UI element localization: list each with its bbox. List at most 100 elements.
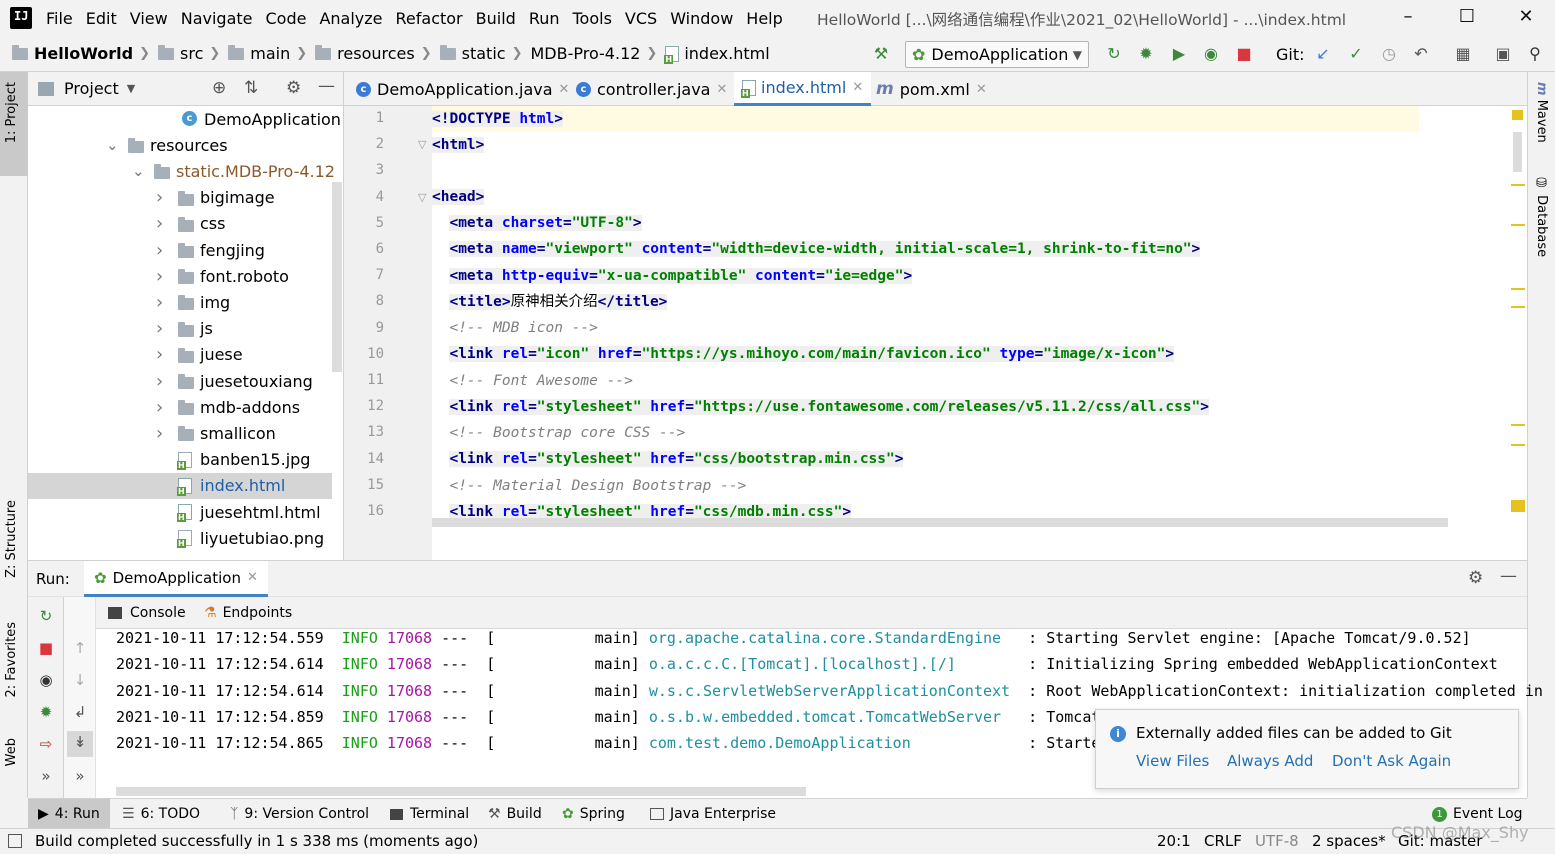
status-message[interactable]: Build completed successfully in 1 s 338 … <box>35 832 478 850</box>
scroll-to-end-icon[interactable]: ↡ <box>67 731 93 757</box>
warning-marker-icon[interactable] <box>1512 110 1523 120</box>
search-icon[interactable]: ⚲ <box>1524 43 1546 65</box>
tree-item[interactable]: juesehtml.html <box>28 499 332 525</box>
tree-item[interactable]: › js <box>28 316 332 342</box>
tool-web[interactable]: Web <box>4 738 19 766</box>
gear-icon[interactable]: ⚙ <box>286 78 301 98</box>
chevron-right-icon[interactable]: › <box>156 344 163 365</box>
chevron-down-icon[interactable]: ⌄ <box>106 136 119 154</box>
tree-item[interactable]: ⌄ resources <box>28 132 332 158</box>
coverage-icon[interactable]: ▶ <box>1168 43 1190 65</box>
indent-setting[interactable]: 2 spaces* <box>1312 832 1386 850</box>
stop-icon[interactable]: ■ <box>35 637 57 659</box>
tree-item[interactable]: c DemoApplication <box>28 106 341 132</box>
tree-item[interactable]: banben15.jpg <box>28 447 332 473</box>
chevron-right-icon[interactable]: › <box>156 266 163 287</box>
code-area[interactable]: <!DOCTYPE html> <html> <head> <meta char… <box>432 106 1507 560</box>
menu-refactor[interactable]: Refactor <box>396 9 463 28</box>
chevron-right-icon[interactable]: › <box>156 292 163 313</box>
close-tab-icon[interactable]: ✕ <box>852 80 863 95</box>
fold-icon[interactable]: ▽ <box>418 191 426 204</box>
tree-item[interactable]: › css <box>28 211 332 237</box>
breadcrumb-mdb[interactable]: MDB-Pro-4.12 ❯ <box>530 44 657 63</box>
view-files-link[interactable]: View Files <box>1136 752 1209 770</box>
more-icon[interactable]: » <box>35 765 57 787</box>
rerun-icon[interactable]: ↻ <box>1103 43 1125 65</box>
breadcrumb-main[interactable]: main ❯ <box>228 44 307 63</box>
hide-panel-icon[interactable]: — <box>318 76 335 96</box>
git-rollback-icon[interactable]: ↶ <box>1410 43 1432 65</box>
rerun-icon[interactable]: ↻ <box>35 605 57 627</box>
menu-window[interactable]: Window <box>670 9 733 28</box>
menu-view[interactable]: View <box>130 9 168 28</box>
tool-java-enterprise[interactable]: Java Enterprise <box>650 799 776 829</box>
tool-spring[interactable]: ✿ Spring <box>562 799 625 829</box>
editor-h-scrollbar[interactable] <box>432 518 1448 527</box>
tree-item[interactable]: › fengjing <box>28 237 332 263</box>
menu-build[interactable]: Build <box>476 9 516 28</box>
project-scrollbar[interactable] <box>332 182 342 372</box>
breadcrumb-src[interactable]: src ❯ <box>158 44 220 63</box>
close-tab-icon[interactable]: ✕ <box>976 82 987 97</box>
build-hammer-icon[interactable]: ⚒ <box>870 43 892 65</box>
chevron-right-icon[interactable]: › <box>156 423 163 444</box>
tree-item[interactable]: index.html <box>28 472 332 499</box>
git-history-icon[interactable]: ◷ <box>1378 43 1400 65</box>
chevron-right-icon[interactable]: › <box>156 240 163 261</box>
tool-build[interactable]: ⚒ Build <box>488 799 542 829</box>
tree-item[interactable]: › font.roboto <box>28 263 332 289</box>
tree-item[interactable]: › smallicon <box>28 420 332 446</box>
tree-item[interactable]: › juesetouxiang <box>28 368 332 394</box>
tree-item[interactable]: › mdb-addons <box>28 394 332 420</box>
chevron-right-icon[interactable]: › <box>156 187 163 208</box>
editor-v-scrollbar[interactable] <box>1513 132 1522 172</box>
arrow-up-icon[interactable]: ↑ <box>69 637 91 659</box>
profile-icon[interactable]: ◉ <box>1200 43 1222 65</box>
breadcrumb-resources[interactable]: resources ❯ <box>315 44 432 63</box>
gear-icon[interactable]: ⚙ <box>1468 568 1483 588</box>
console-h-scrollbar[interactable] <box>116 787 806 796</box>
menu-run[interactable]: Run <box>529 9 560 28</box>
breadcrumb-helloworld[interactable]: HelloWorld ❯ <box>12 44 150 63</box>
menu-file[interactable]: File <box>46 9 73 28</box>
camera-icon[interactable]: ◉ <box>35 669 57 691</box>
close-tab-icon[interactable]: ✕ <box>716 82 727 97</box>
project-structure-icon[interactable]: ▦ <box>1452 43 1474 65</box>
git-update-icon[interactable]: ↙ <box>1312 43 1334 65</box>
line-separator[interactable]: CRLF <box>1204 832 1242 850</box>
tool-favorites[interactable]: 2: Favorites <box>4 622 19 698</box>
tool-database[interactable]: ⛁ Database <box>1534 176 1549 257</box>
chevron-right-icon[interactable]: › <box>156 213 163 234</box>
tool-structure[interactable]: Z: Structure <box>4 500 19 578</box>
tool-project[interactable]: 1: Project <box>4 82 19 143</box>
maximize-icon[interactable]: ☐ <box>1455 6 1479 30</box>
locate-icon[interactable]: ⊕ <box>212 78 226 98</box>
collapse-all-icon[interactable]: ⇅ <box>244 78 258 98</box>
tree-item[interactable]: › juese <box>28 342 332 368</box>
menu-edit[interactable]: Edit <box>86 9 117 28</box>
soft-wrap-icon[interactable]: ↲ <box>69 701 91 723</box>
breadcrumb-index[interactable]: index.html <box>664 44 770 64</box>
tab-pom-xml[interactable]: m pom.xml ✕ <box>868 72 995 106</box>
project-panel-title[interactable]: Project <box>64 79 119 98</box>
git-commit-icon[interactable]: ✓ <box>1345 43 1367 65</box>
tool-todo[interactable]: ☰ 6: TODO <box>122 799 200 829</box>
dont-ask-again-link[interactable]: Don't Ask Again <box>1332 752 1451 770</box>
breadcrumb-static[interactable]: static ❯ <box>439 44 522 63</box>
chevron-right-icon[interactable]: › <box>156 371 163 392</box>
menu-navigate[interactable]: Navigate <box>181 9 253 28</box>
caret-position[interactable]: 20:1 <box>1157 832 1191 850</box>
status-toggle-icon[interactable] <box>8 834 22 848</box>
tree-item[interactable]: liyuetubiao.png <box>28 525 332 551</box>
chevron-down-icon[interactable]: ▼ <box>127 82 135 95</box>
tool-version-control[interactable]: ᛉ 9: Version Control <box>230 799 369 829</box>
tool-maven[interactable]: m Maven <box>1534 82 1549 143</box>
minimize-icon[interactable]: – <box>1396 6 1420 30</box>
menu-tools[interactable]: Tools <box>573 9 612 28</box>
menu-analyze[interactable]: Analyze <box>319 9 382 28</box>
exit-icon[interactable]: ⇨ <box>35 733 57 755</box>
layout-icon[interactable]: ▣ <box>1492 43 1514 65</box>
stop-icon[interactable]: ■ <box>1233 43 1255 65</box>
menu-code[interactable]: Code <box>266 9 307 28</box>
tree-item[interactable]: › bigimage <box>28 185 332 211</box>
